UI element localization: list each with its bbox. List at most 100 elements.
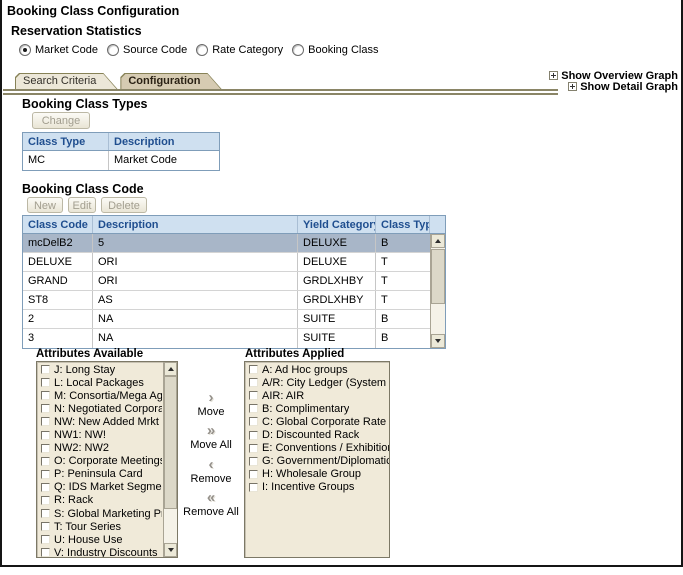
- checkbox-icon[interactable]: [41, 509, 50, 518]
- list-item[interactable]: P: Peninsula Card: [37, 468, 162, 481]
- list-item[interactable]: N: Negotiated Corporate: [37, 402, 162, 415]
- change-button[interactable]: Change: [32, 112, 90, 129]
- table-row[interactable]: DELUXE ORI DELUXE T: [23, 253, 445, 272]
- list-item[interactable]: V: Industry Discounts: [37, 546, 162, 558]
- scroll-up-button[interactable]: [431, 234, 445, 248]
- booking-class-types-table: Class Type Description MC Market Code: [22, 132, 220, 171]
- checkbox-icon[interactable]: [41, 548, 50, 557]
- table-row[interactable]: ST8 AS GRDLXHBY T: [23, 291, 445, 310]
- list-item[interactable]: M: Consortia/Mega Agencies: [37, 389, 162, 402]
- list-item[interactable]: U: House Use: [37, 533, 162, 546]
- checkbox-icon[interactable]: [41, 378, 50, 387]
- checkbox-icon[interactable]: [41, 417, 50, 426]
- radio-button-icon[interactable]: [107, 44, 119, 56]
- section-title-booking-class-types: Booking Class Types: [22, 97, 148, 111]
- table-row[interactable]: 3 NA SUITE B: [23, 329, 445, 348]
- list-item[interactable]: S: Global Marketing Programme: [37, 507, 162, 520]
- list-item[interactable]: O: Corporate Meetings: [37, 455, 162, 468]
- remove-button[interactable]: ‹ Remove: [181, 458, 241, 485]
- cell-class-code: mcDelB2: [23, 234, 93, 252]
- list-item[interactable]: I: Incentive Groups: [245, 481, 389, 494]
- checkbox-icon[interactable]: [41, 365, 50, 374]
- table-row[interactable]: mcDelB2 5 DELUXE B: [23, 234, 445, 253]
- move-button[interactable]: › Move: [181, 391, 241, 418]
- edit-button[interactable]: Edit: [68, 197, 96, 213]
- checkbox-icon[interactable]: [41, 522, 50, 531]
- list-item[interactable]: C: Global Corporate Rate: [245, 415, 389, 428]
- list-item[interactable]: Q: IDS Market Segment: [37, 481, 162, 494]
- table-row[interactable]: 2 NA SUITE B: [23, 310, 445, 329]
- expand-plus-icon[interactable]: [568, 82, 577, 91]
- checkbox-icon[interactable]: [249, 444, 258, 453]
- attributes-applied-listbox[interactable]: A: Ad Hoc groups A/R: City Ledger (Syste…: [244, 361, 390, 558]
- column-header: Description: [93, 216, 298, 233]
- tab-configuration[interactable]: Configuration: [120, 73, 222, 90]
- table-row[interactable]: GRAND ORI GRDLXHBY T: [23, 272, 445, 291]
- checkbox-icon[interactable]: [249, 483, 258, 492]
- checkbox-icon[interactable]: [41, 404, 50, 413]
- list-item[interactable]: L: Local Packages: [37, 376, 162, 389]
- checkbox-icon[interactable]: [41, 535, 50, 544]
- list-item[interactable]: B: Complimentary: [245, 402, 389, 415]
- radio-label: Rate Category: [212, 44, 283, 56]
- checkbox-icon[interactable]: [41, 444, 50, 453]
- attributes-available-listbox[interactable]: J: Long Stay L: Local Packages M: Consor…: [36, 361, 178, 558]
- list-item[interactable]: NW1: NW!: [37, 428, 162, 441]
- scroll-down-button[interactable]: [431, 334, 445, 348]
- tab-search-criteria[interactable]: Search Criteria: [15, 73, 118, 90]
- delete-button[interactable]: Delete: [101, 197, 147, 213]
- checkbox-icon[interactable]: [249, 378, 258, 387]
- radio-rate-category[interactable]: Rate Category: [196, 44, 283, 56]
- table-scrollbar[interactable]: [430, 234, 445, 348]
- checkbox-icon[interactable]: [41, 483, 50, 492]
- radio-button-icon[interactable]: [19, 44, 31, 56]
- checkbox-icon[interactable]: [41, 431, 50, 440]
- scrollbar-thumb[interactable]: [431, 249, 445, 304]
- list-item-label: NW2: NW2: [54, 442, 109, 454]
- checkbox-icon[interactable]: [249, 391, 258, 400]
- checkbox-icon[interactable]: [41, 391, 50, 400]
- checkbox-icon[interactable]: [249, 365, 258, 374]
- show-overview-graph-toggle[interactable]: Show Overview Graph: [549, 70, 678, 81]
- list-item[interactable]: E: Conventions / Exhibitions: [245, 442, 389, 455]
- checkbox-icon[interactable]: [249, 431, 258, 440]
- remove-all-button[interactable]: « Remove All: [181, 491, 241, 518]
- list-item[interactable]: J: Long Stay: [37, 363, 162, 376]
- list-item[interactable]: AIR: AIR: [245, 389, 389, 402]
- list-item[interactable]: A/R: City Ledger (System Used): [245, 376, 389, 389]
- checkbox-icon[interactable]: [41, 470, 50, 479]
- checkbox-icon[interactable]: [249, 404, 258, 413]
- checkbox-icon[interactable]: [41, 457, 50, 466]
- radio-source-code[interactable]: Source Code: [107, 44, 187, 56]
- show-detail-graph-toggle[interactable]: Show Detail Graph: [549, 81, 678, 92]
- scroll-down-button[interactable]: [164, 543, 177, 557]
- checkbox-icon[interactable]: [41, 496, 50, 505]
- new-button[interactable]: New: [27, 197, 63, 213]
- radio-market-code[interactable]: Market Code: [19, 44, 98, 56]
- checkbox-icon[interactable]: [249, 417, 258, 426]
- cell-description: Market Code: [109, 151, 219, 170]
- checkbox-icon[interactable]: [249, 457, 258, 466]
- list-item[interactable]: R: Rack: [37, 494, 162, 507]
- table-row[interactable]: MC Market Code: [23, 151, 219, 170]
- scroll-up-button[interactable]: [164, 362, 177, 376]
- list-item[interactable]: D: Discounted Rack: [245, 428, 389, 441]
- checkbox-icon[interactable]: [249, 470, 258, 479]
- list-item[interactable]: NW: New Added Mrkt Code: [37, 415, 162, 428]
- list-item[interactable]: A: Ad Hoc groups: [245, 363, 389, 376]
- radio-booking-class[interactable]: Booking Class: [292, 44, 378, 56]
- expand-plus-icon[interactable]: [549, 71, 558, 80]
- available-list-scrollbar[interactable]: [163, 362, 177, 557]
- cell-class-code: GRAND: [23, 272, 93, 290]
- cell-class-type: T: [376, 253, 430, 271]
- radio-button-icon[interactable]: [196, 44, 208, 56]
- cell-description: ORI: [93, 272, 298, 290]
- radio-button-icon[interactable]: [292, 44, 304, 56]
- list-item-label: V: Industry Discounts: [54, 547, 158, 558]
- list-item[interactable]: H: Wholesale Group: [245, 468, 389, 481]
- list-item[interactable]: T: Tour Series: [37, 520, 162, 533]
- list-item[interactable]: G: Government/Diplomatic: [245, 455, 389, 468]
- list-item[interactable]: NW2: NW2: [37, 442, 162, 455]
- move-all-button[interactable]: » Move All: [181, 424, 241, 451]
- scrollbar-thumb[interactable]: [164, 376, 177, 509]
